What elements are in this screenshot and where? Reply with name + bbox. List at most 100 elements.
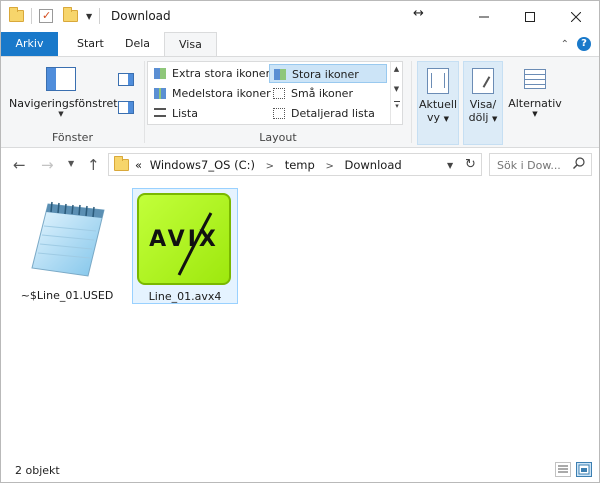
- up-arrow-icon: ↑: [87, 156, 100, 174]
- help-icon[interactable]: ?: [577, 37, 591, 51]
- breadcrumb-download[interactable]: Download: [345, 158, 402, 172]
- breadcrumb-drive[interactable]: Windows7_OS (C:): [150, 158, 255, 172]
- layout-details[interactable]: Detaljerad lista: [269, 104, 387, 123]
- group-separator: [144, 61, 145, 143]
- search-box: [489, 153, 592, 176]
- minimize-button[interactable]: [461, 1, 507, 32]
- tab-arkiv[interactable]: Arkiv: [1, 32, 58, 56]
- search-input[interactable]: [497, 155, 575, 175]
- address-dropdown-icon[interactable]: ▼: [447, 161, 453, 170]
- ribbon-panel: Navigeringsfönstret ▼ Fönster Extra stor…: [1, 56, 599, 148]
- large-icons-view-button[interactable]: [576, 462, 592, 477]
- group-label-layout: Layout: [259, 131, 297, 144]
- layout-item-label: Stora ikoner: [292, 68, 359, 81]
- tab-dela[interactable]: Dela: [111, 32, 164, 56]
- folder-icon: [9, 7, 24, 22]
- forward-arrow-icon: →: [41, 156, 54, 174]
- folder-icon: [114, 156, 129, 171]
- qat-dropdown-icon[interactable]: ▼: [86, 12, 92, 21]
- layout-item-label: Detaljerad lista: [291, 107, 375, 120]
- tab-start[interactable]: Start: [63, 32, 118, 56]
- group-separator: [411, 61, 412, 143]
- large-icons-view-icon: [578, 464, 590, 475]
- scroll-down-icon[interactable]: ▼: [391, 85, 402, 93]
- navigation-bar: ← → ▼ ↑ « Windows7_OS (C:) > temp > Down…: [1, 148, 599, 182]
- tab-visa[interactable]: Visa: [164, 32, 217, 57]
- current-view-button[interactable]: Aktuell vy ▼: [417, 61, 459, 145]
- layout-small-icons[interactable]: Små ikoner: [269, 84, 387, 103]
- ribbon-tabs: Arkiv Start Dela Visa ⌃ ?: [1, 32, 599, 57]
- breadcrumb-temp[interactable]: temp: [285, 158, 315, 172]
- details-pane-icon[interactable]: [118, 101, 134, 114]
- maximize-button[interactable]: [507, 1, 553, 32]
- new-folder-icon[interactable]: [63, 7, 78, 22]
- avix-slash-decoration: [177, 212, 213, 276]
- status-bar: 2 objekt: [1, 457, 599, 482]
- search-icon[interactable]: [573, 157, 585, 172]
- file-name: ~$Line_01.USED: [20, 289, 114, 302]
- layout-item-label: Små ikoner: [291, 87, 353, 100]
- close-button[interactable]: [553, 1, 599, 32]
- options-button[interactable]: Alternativ ▼: [507, 61, 563, 145]
- close-icon: [571, 11, 581, 22]
- options-label: Alternativ: [508, 97, 562, 110]
- breadcrumb-overflow[interactable]: «: [135, 158, 142, 172]
- layout-list[interactable]: Lista: [150, 104, 268, 123]
- large-icons-icon: [274, 69, 286, 80]
- maximize-icon: [525, 11, 535, 22]
- chevron-right-icon[interactable]: >: [266, 161, 274, 172]
- window-title: Download: [111, 9, 171, 23]
- chevron-down-icon: ▼: [68, 159, 75, 168]
- chevron-right-icon[interactable]: >: [325, 161, 333, 172]
- back-button[interactable]: ←: [13, 156, 26, 174]
- layout-gallery-scroll[interactable]: ▲ ▼ ▾: [390, 62, 402, 124]
- title-bar: ✓ ▼ Download ↔: [1, 1, 599, 32]
- file-item[interactable]: ~$Line_01.USED: [14, 188, 120, 304]
- qat-separator: [31, 8, 32, 24]
- show-hide-button[interactable]: Visa/ dölj ▼: [463, 61, 503, 145]
- properties-icon[interactable]: ✓: [39, 9, 53, 23]
- resize-cursor-icon: ↔: [413, 6, 424, 21]
- layout-item-label: Medelstora ikoner: [172, 87, 271, 100]
- file-list[interactable]: ~$Line_01.USED AVIX Line_01.avx4: [1, 182, 599, 457]
- ribbon-controls: ⌃ ?: [561, 37, 591, 51]
- current-view-icon: [427, 68, 449, 94]
- navigation-pane-button[interactable]: Navigeringsfönstret ▼: [9, 63, 118, 118]
- breadcrumb: « Windows7_OS (C:) > temp > Download: [135, 158, 402, 172]
- show-hide-icon: [472, 68, 494, 94]
- details-view-button[interactable]: [555, 462, 571, 477]
- avix-icon: AVIX: [137, 193, 231, 285]
- scroll-up-icon[interactable]: ▲: [391, 65, 402, 73]
- options-icon: [524, 67, 546, 93]
- layout-extra-large-icons[interactable]: Extra stora ikoner: [150, 64, 270, 83]
- preview-pane-icon[interactable]: [118, 73, 134, 86]
- navigation-pane-dropdown-icon: ▼: [58, 110, 64, 118]
- current-view-label: Aktuell: [418, 98, 458, 111]
- up-button[interactable]: ↑: [87, 156, 100, 174]
- medium-icons-icon: [154, 88, 166, 99]
- group-label-fonster: Fönster: [52, 131, 93, 144]
- recent-locations-button[interactable]: ▼: [68, 159, 74, 168]
- back-arrow-icon: ←: [13, 156, 26, 174]
- navigation-pane-icon: [46, 67, 76, 91]
- file-item[interactable]: AVIX Line_01.avx4: [132, 188, 238, 304]
- layout-item-label: Lista: [172, 107, 198, 120]
- layout-gallery: Extra stora ikoner Stora ikoner Medelsto…: [147, 61, 403, 125]
- quick-access-toolbar: ✓ ▼: [9, 7, 103, 24]
- file-name: Line_01.avx4: [148, 290, 222, 303]
- details-view-icon: [558, 465, 568, 473]
- options-dropdown-icon: ▼: [532, 110, 538, 118]
- small-icons-icon: [273, 88, 285, 99]
- details-list-icon: [273, 108, 285, 119]
- forward-button[interactable]: →: [41, 156, 54, 174]
- current-view-label-2: vy ▼: [427, 111, 449, 124]
- collapse-ribbon-icon[interactable]: ⌃: [561, 39, 569, 50]
- expand-gallery-icon[interactable]: ▾: [394, 101, 400, 110]
- layout-large-icons[interactable]: Stora ikoner: [269, 64, 387, 83]
- layout-item-label: Extra stora ikoner: [172, 67, 271, 80]
- refresh-icon[interactable]: ↻: [465, 157, 476, 172]
- layout-medium-icons[interactable]: Medelstora ikoner: [150, 84, 271, 103]
- list-icon: [154, 108, 166, 117]
- navigation-pane-label: Navigeringsfönstret: [9, 97, 118, 110]
- address-bar[interactable]: « Windows7_OS (C:) > temp > Download: [108, 153, 482, 176]
